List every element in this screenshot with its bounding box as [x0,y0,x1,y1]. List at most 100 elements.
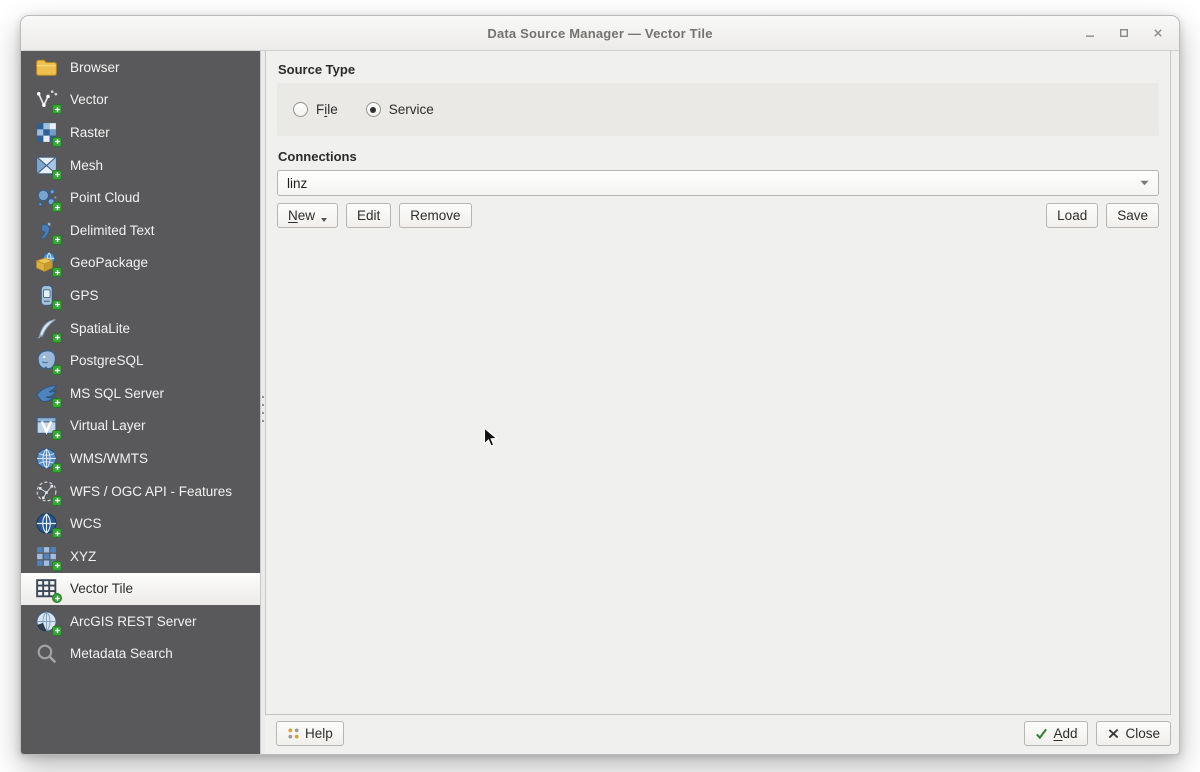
file-radio[interactable]: File [293,102,338,117]
geopackage-icon [34,250,62,278]
save-connections-button[interactable]: Save [1106,203,1159,228]
sidebar-item-virtual-layer[interactable]: Virtual Layer [21,410,260,443]
sidebar-item-xyz[interactable]: XYZ [21,540,260,573]
point-cloud-icon [34,185,62,213]
sidebar-item-wfs-ogc-api-features[interactable]: WFS / OGC API - Features [21,475,260,508]
sidebar-item-geopackage[interactable]: GeoPackage [21,247,260,280]
help-button[interactable]: Help [276,721,344,746]
sidebar-item-ms-sql-server[interactable]: MS SQL Server [21,377,260,410]
close-button-label: Close [1125,726,1160,741]
xyz-icon [34,544,62,571]
vector-tile-panel: Source Type File Service Connections lin… [265,51,1179,754]
load-button-label: Load [1057,208,1088,223]
connections-title: Connections [278,149,357,164]
save-button-label: Save [1117,208,1148,223]
menu-indicator-arrow-icon [321,217,328,222]
connections-select-value: linz [287,175,308,191]
spatialite-icon [34,316,62,343]
help-button-label: Help [305,726,333,741]
sidebar-item-postgresql[interactable]: PostgreSQL [21,344,260,377]
new-button-label: New [288,208,316,223]
sidebar-item-label: XYZ [70,548,97,564]
wcs-icon [34,511,62,539]
ms-sql-server-icon [34,381,62,408]
sidebar-item-label: Virtual Layer [70,418,146,434]
dialog-body: Browser Vector Raster Mesh Point Cloud D… [21,51,1179,754]
add-plus-badge [52,430,62,441]
remove-connection-button[interactable]: Remove [399,203,472,228]
sidebar-item-raster[interactable]: Raster [21,116,260,149]
sidebar-item-wms-wmts[interactable]: WMS/WMTS [21,442,260,475]
sidebar-item-label: Vector [70,92,109,108]
data-source-manager-dialog: Data Source Manager — Vector Tile Browse… [20,15,1180,755]
chevron-down-icon [1140,180,1149,186]
connections-select[interactable]: linz [277,170,1159,196]
radio-circle-unchecked[interactable] [293,102,308,117]
wms-wmts-icon [34,446,62,473]
minimize-button[interactable] [1081,25,1098,42]
add-plus-badge [52,104,62,115]
add-plus-badge [52,528,62,539]
source-type-options: File Service [293,102,434,117]
add-plus-badge [52,169,62,180]
service-radio[interactable]: Service [365,102,434,117]
close-button[interactable]: Close [1096,721,1171,746]
splitter-handle-dots [262,396,264,428]
sidebar-item-point-cloud[interactable]: Point Cloud [21,181,260,214]
edit-connection-button[interactable]: Edit [346,203,392,228]
sidebar-item-label: MS SQL Server [70,385,165,401]
arcgis-rest-icon [34,609,62,636]
load-connections-button[interactable]: Load [1046,203,1099,228]
add-button-label: Add [1053,726,1078,741]
add-plus-badge [52,332,62,343]
add-plus-badge [52,397,62,408]
remove-button-label: Remove [410,208,461,223]
raster-layer-icon [34,120,62,147]
metadata-search-icon [34,641,59,666]
new-connection-button[interactable]: New [277,203,339,228]
maximize-button[interactable] [1115,25,1132,42]
add-plus-badge [52,202,62,213]
radio-circle-checked[interactable] [365,102,381,117]
source-type-title: Source Type [278,62,356,77]
add-plus-badge [52,625,62,636]
sidebar-item-label: SpatiaLite [70,320,131,336]
sidebar-item-label: WCS [70,516,102,532]
sidebar-item-vector[interactable]: Vector [21,84,260,117]
add-plus-badge [52,365,62,376]
sidebar-item-label: GeoPackage [70,255,149,271]
vector-layer-icon [34,87,62,115]
add-plus-badge [52,495,62,506]
add-plus-badge [52,299,62,310]
sidebar-item-label: PostgreSQL [70,353,144,369]
provider-sidebar: Browser Vector Raster Mesh Point Cloud D… [21,51,260,754]
sidebar-item-label: Mesh [70,157,104,173]
gps-icon [34,283,62,310]
add-plus-badge [52,136,62,147]
x-icon [1107,727,1120,740]
add-plus-badge [52,234,62,245]
sidebar-item-wcs[interactable]: WCS [21,507,260,540]
sidebar-item-label: Point Cloud [70,190,140,206]
sidebar-item-spatialite[interactable]: SpatiaLite [21,312,260,345]
mesh-layer-icon [34,153,62,180]
sidebar-item-mesh[interactable]: Mesh [21,149,260,182]
sidebar-item-vector-tile[interactable]: Vector Tile [21,572,260,606]
titlebar[interactable]: Data Source Manager — Vector Tile [21,16,1179,51]
virtual-layer-icon [34,413,62,441]
sidebar-item-label: WMS/WMTS [70,450,148,466]
sidebar-item-metadata-search[interactable]: Metadata Search [21,638,260,671]
sidebar-item-label: Delimited Text [70,222,155,238]
connection-buttons-row: New Edit Remove Load Save [277,203,1159,228]
postgresql-icon [34,348,62,376]
sidebar-item-browser[interactable]: Browser [21,51,260,84]
sidebar-item-arcgis-rest-server[interactable]: ArcGIS REST Server [21,605,260,638]
sidebar-item-delimited-text[interactable]: Delimited Text [21,214,260,247]
vector-tile-icon [34,576,62,604]
sidebar-item-label: GPS [70,287,99,303]
sidebar-item-label: Raster [70,124,110,140]
add-button[interactable]: Add [1024,721,1089,746]
close-window-button[interactable] [1149,25,1166,42]
service-radio-label: Service [388,102,434,117]
sidebar-item-gps[interactable]: GPS [21,279,260,312]
